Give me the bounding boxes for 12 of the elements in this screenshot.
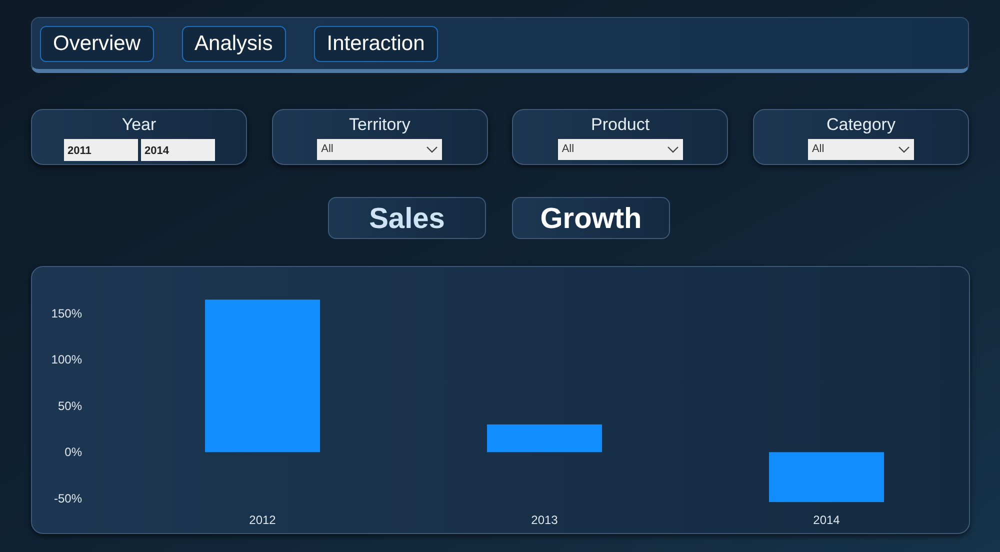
axis-label: 100% xyxy=(50,352,82,367)
filter-label: Product xyxy=(591,114,650,136)
axis-label: 50% xyxy=(57,398,82,413)
axis-label: -50% xyxy=(53,491,82,506)
axis-label: 2014 xyxy=(812,513,840,527)
filter-label: Category xyxy=(826,114,896,136)
filter-label: Year xyxy=(122,114,156,136)
filter-label: Territory xyxy=(348,114,410,136)
axis-label: 2013 xyxy=(530,513,558,527)
axis-label: 0% xyxy=(64,445,82,460)
axis-label: 2012 xyxy=(248,513,276,527)
axis-label: 150% xyxy=(50,306,82,320)
